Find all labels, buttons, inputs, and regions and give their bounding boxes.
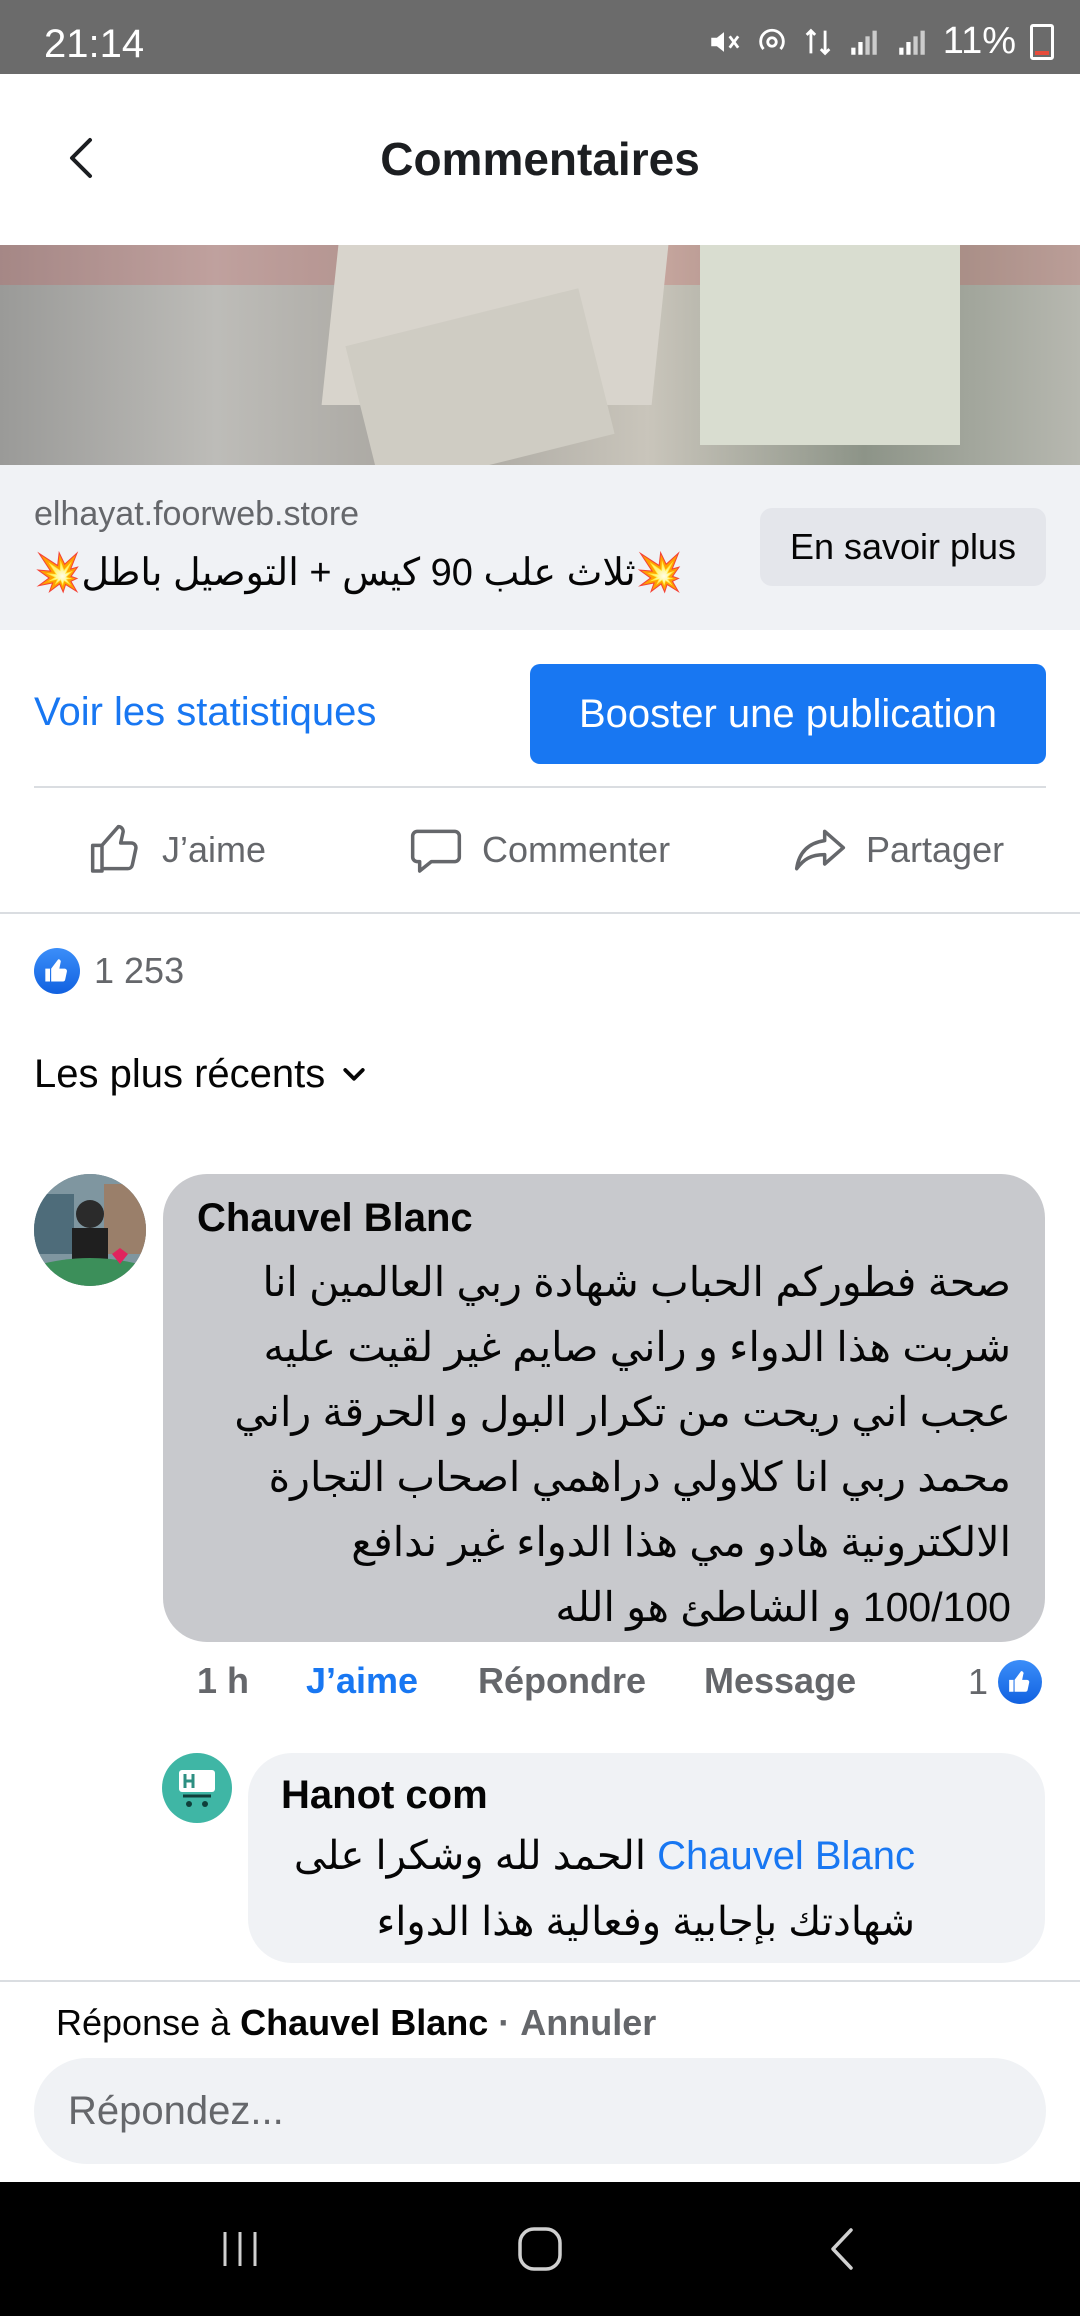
hotspot-icon	[759, 28, 785, 50]
battery-percent: 11%	[942, 20, 1016, 62]
home-button[interactable]	[460, 2182, 620, 2316]
boost-post-button[interactable]: Booster une publication	[530, 664, 1046, 764]
separator-dot: ·	[498, 2002, 511, 2043]
like-button[interactable]: J’aime	[88, 788, 266, 912]
reply-bubble[interactable]: Hanot com Chauvel Blanc الحمد لله وشكرا …	[248, 1753, 1045, 1963]
share-icon	[794, 829, 846, 871]
view-insights-link[interactable]: Voir les statistiques	[34, 690, 376, 735]
reactions-summary[interactable]: 1 253	[34, 946, 184, 996]
post-actions-bar: J’aime Commenter Partager	[0, 788, 1080, 912]
sort-dropdown[interactable]: Les plus récents	[34, 1052, 369, 1097]
signal-icon-2	[899, 30, 925, 55]
comment-reply-button[interactable]: Répondre	[478, 1660, 646, 1710]
replying-to-prefix: Réponse à	[56, 2002, 231, 2043]
cancel-reply-button[interactable]: Annuler	[520, 2002, 656, 2043]
battery-icon	[1030, 23, 1054, 60]
comment-like-count[interactable]: 1	[968, 1660, 1043, 1704]
reaction-count: 1 253	[94, 950, 185, 991]
share-button[interactable]: Partager	[792, 788, 1004, 912]
recent-apps-icon	[223, 2232, 257, 2266]
chevron-down-icon	[343, 1067, 365, 1081]
status-time: 21:14	[44, 22, 145, 66]
mention-link[interactable]: Chauvel Blanc	[657, 1834, 915, 1878]
comment-time: 1 h	[197, 1660, 250, 1701]
sort-label: Les plus récents	[34, 1052, 326, 1096]
data-arrows-icon	[805, 28, 831, 55]
post-media[interactable]	[0, 245, 1080, 465]
reply-composer: Réponse à Chauvel Blanc · Annuler	[0, 1982, 1080, 2182]
like-reaction-icon	[998, 1660, 1043, 1704]
share-label: Partager	[866, 829, 1005, 870]
link-preview[interactable]: elhayat.foorweb.store 💥ثلاث علب 90 كيس +…	[0, 465, 1080, 630]
status-bar: 21:14 11%	[0, 0, 1080, 74]
reply-input[interactable]	[34, 2058, 1046, 2164]
comment-button[interactable]: Commenter	[408, 788, 670, 912]
learn-more-button[interactable]: En savoir plus	[760, 508, 1046, 586]
divider	[0, 912, 1080, 914]
reply-text: Chauvel Blanc الحمد لله وشكرا على شهادتك…	[281, 1823, 915, 1955]
reply-avatar[interactable]	[162, 1753, 232, 1823]
signal-icon	[851, 30, 877, 55]
system-nav-bar	[0, 2182, 1080, 2316]
thumbs-up-icon	[90, 824, 138, 873]
recent-apps-button[interactable]	[160, 2182, 320, 2316]
like-reaction-icon	[34, 948, 80, 994]
link-domain: elhayat.foorweb.store	[34, 495, 360, 533]
like-label: J’aime	[162, 829, 267, 870]
comment-author[interactable]: Chauvel Blanc	[197, 1196, 473, 1241]
comment-like-button[interactable]: J’aime	[306, 1660, 418, 1710]
comment-icon	[410, 829, 462, 873]
home-icon	[518, 2227, 562, 2271]
status-icons: 11%	[707, 20, 1054, 63]
header: Commentaires	[0, 74, 1080, 245]
comment-message-button[interactable]: Message	[704, 1660, 856, 1710]
back-icon	[831, 2228, 853, 2270]
replying-to-bar: Réponse à Chauvel Blanc · Annuler	[56, 2002, 656, 2044]
link-title: 💥ثلاث علب 90 كيس + التوصيل باطل💥	[34, 552, 683, 594]
system-back-button[interactable]	[764, 2182, 924, 2316]
comment-text: صحة فطوركم الحباب شهادة ربي العالمين انا…	[234, 1259, 1011, 1630]
mute-icon	[711, 31, 740, 52]
comment-bubble[interactable]: Chauvel Blanc صحة فطوركم الحباب شهادة رب…	[163, 1174, 1045, 1642]
comment-label: Commenter	[482, 829, 671, 870]
replying-to-name: Chauvel Blanc	[240, 2002, 489, 2043]
reply-author[interactable]: Hanot com	[281, 1773, 488, 1818]
comment-like-number: 1	[968, 1661, 989, 1702]
avatar[interactable]	[34, 1174, 146, 1286]
page-title: Commentaires	[380, 133, 700, 185]
